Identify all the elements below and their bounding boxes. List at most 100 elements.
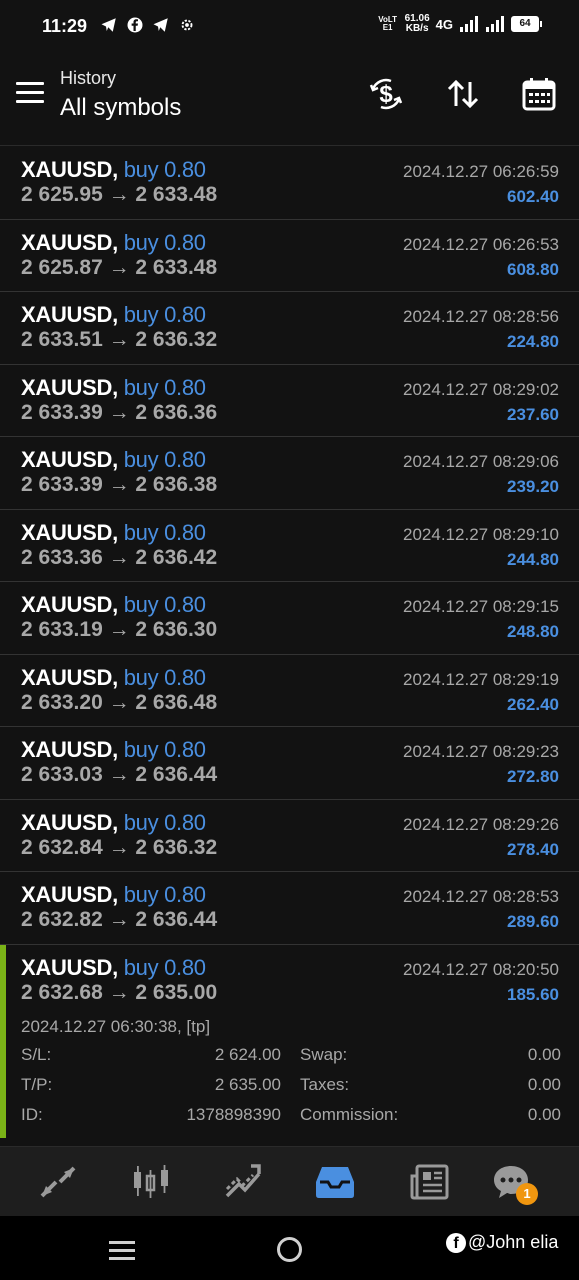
deal-prices: 2 633.20 → 2 636.48 [21, 690, 218, 714]
deal-profit: 185.60 [507, 984, 559, 1004]
deal-prices: 2 625.95 → 2 633.48 [21, 183, 218, 206]
deal-time: 2024.12.27 06:26:53 [403, 234, 559, 254]
deal-symbol: XAUUSD, buy 0.80 [21, 592, 206, 617]
deal-time: 2024.12.27 06:26:59 [403, 162, 559, 181]
deal-symbol: XAUUSD, buy 0.80 [21, 954, 206, 980]
deal-symbol: XAUUSD, buy 0.80 [21, 229, 206, 255]
svg-text:$: $ [379, 81, 393, 108]
signal-icon [460, 16, 478, 32]
currency-filter-button[interactable]: $ [366, 74, 406, 114]
deal-row[interactable]: XAUUSD, buy 0.80 2 633.51 → 2 636.32 2024.… [0, 292, 579, 365]
deal-row[interactable]: XAUUSD, buy 0.80 2 632.84 → 2 636.32 2024.… [0, 800, 579, 872]
deal-prices: 2 633.19 → 2 636.30 [21, 618, 218, 641]
sort-arrows-icon [447, 79, 479, 109]
network-speed: 61.06 KB/s [405, 14, 430, 34]
trade-trend-icon [225, 1164, 261, 1198]
deal-prices: 2 632.82 → 2 636.44 [21, 908, 218, 931]
settings-gear-icon [181, 19, 193, 31]
deal-symbol: XAUUSD, buy 0.80 [21, 519, 206, 545]
deal-profit: 239.20 [507, 477, 559, 496]
detail-row: T/P: 2 635.00 Taxes: 0.00 [21, 1075, 561, 1105]
notification-icons [100, 16, 196, 34]
app-toolbar: History All symbols $ [0, 52, 579, 146]
detail-row: ID: 1378898390 Commission: 0.00 [21, 1105, 561, 1135]
deal-profit: 602.40 [507, 187, 559, 206]
deal-time: 2024.12.27 08:29:10 [403, 524, 559, 544]
taxes-value: 0.00 [527, 1074, 561, 1094]
deal-symbol: XAUUSD, buy 0.80 [21, 157, 206, 182]
chat-badge: 1 [516, 1183, 538, 1205]
status-bar: 11:29 VoLTE1 61.06 KB/s 4G 64 [0, 0, 579, 52]
nav-quotes[interactable] [37, 1161, 79, 1203]
facebook-logo-icon: f [446, 1232, 466, 1253]
deal-profit: 289.60 [507, 912, 559, 931]
speed-unit: KB/s [405, 23, 429, 34]
facebook-icon [127, 17, 143, 33]
deal-side: buy 0.80 [123, 374, 206, 400]
taxes-label: Taxes: [300, 1074, 350, 1094]
deal-prices: 2 633.39 → 2 636.38 [21, 473, 218, 496]
deal-list: XAUUSD, buy 0.80 2 625.95 → 2 633.48 2024.… [0, 147, 579, 1138]
nav-history[interactable] [314, 1161, 356, 1203]
deal-row[interactable]: XAUUSD, buy 0.80 2 633.03 → 2 636.44 2024.… [0, 727, 579, 800]
deal-prices: 2 632.68 → 2 635.00 [21, 980, 218, 1004]
deal-row[interactable]: XAUUSD, buy 0.80 2 633.36 → 2 636.42 2024.… [0, 510, 579, 582]
deal-time: 2024.12.27 08:28:53 [403, 887, 559, 906]
nav-chat[interactable]: 1 [490, 1161, 538, 1205]
sort-button[interactable] [443, 74, 483, 114]
deal-side: buy 0.80 [123, 737, 206, 762]
dollar-exchange-icon: $ [369, 78, 403, 110]
deal-profit: 224.80 [507, 332, 559, 351]
deal-symbol: XAUUSD, buy 0.80 [21, 664, 206, 690]
deal-row[interactable]: XAUUSD, buy 0.80 2 625.95 → 2 633.48 2024.… [0, 147, 579, 220]
deal-side: buy 0.80 [123, 954, 206, 980]
history-inbox-icon [316, 1167, 354, 1198]
commission-label: Commission: [300, 1104, 399, 1124]
deal-row-expanded[interactable]: XAUUSD, buy 0.80 2 632.68 → 2 635.00 202… [0, 944, 579, 1138]
deal-side: buy 0.80 [123, 229, 206, 255]
nav-chart[interactable] [130, 1161, 172, 1203]
deal-row[interactable]: XAUUSD, buy 0.80 2 633.20 → 2 636.48 2024.… [0, 655, 579, 727]
deal-time: 2024.12.27 08:29:26 [403, 814, 559, 834]
deal-side: buy 0.80 [123, 809, 206, 835]
calendar-button[interactable] [519, 74, 559, 114]
calendar-icon [522, 78, 556, 111]
network-type: 4G [435, 16, 453, 32]
deal-profit: 608.80 [507, 259, 559, 279]
deal-time: 2024.12.27 08:29:19 [403, 669, 559, 689]
nav-news[interactable] [408, 1161, 450, 1203]
nav-trade[interactable] [222, 1161, 264, 1203]
swap-value: 0.00 [527, 1044, 561, 1064]
deal-details: S/L: 2 624.00 Swap: 0.00 T/P: 2 635.00 T… [21, 1045, 561, 1135]
deal-side: buy 0.80 [123, 592, 206, 617]
deal-time: 2024.12.27 08:29:23 [403, 742, 559, 761]
deal-row[interactable]: XAUUSD, buy 0.80 2 633.39 → 2 636.36 2024.… [0, 365, 579, 437]
deal-symbol: XAUUSD, buy 0.80 [21, 447, 206, 472]
watermark-text: @John elia [468, 1232, 559, 1252]
news-icon [410, 1164, 449, 1200]
deal-symbol: XAUUSD, buy 0.80 [21, 737, 206, 762]
sl-label: S/L: [21, 1044, 52, 1064]
deal-profit: 278.40 [507, 839, 559, 859]
page-title[interactable]: All symbols [60, 94, 181, 122]
deal-time: 2024.12.27 08:29:02 [403, 379, 559, 399]
id-value: 1378898390 [186, 1104, 281, 1124]
recents-button[interactable] [109, 1241, 135, 1265]
quotes-icon [40, 1166, 76, 1198]
deal-row[interactable]: XAUUSD, buy 0.80 2 632.82 → 2 636.44 2024.… [0, 872, 579, 945]
page-subtitle: History [60, 68, 117, 88]
telegram-icon [101, 18, 116, 32]
deal-row[interactable]: XAUUSD, buy 0.80 2 633.39 → 2 636.38 2024.… [0, 437, 579, 510]
status-indicators: VoLTE1 61.06 KB/s 4G 64 [377, 14, 542, 34]
status-time: 11:29 [42, 16, 88, 36]
hamburger-menu-icon[interactable] [16, 82, 44, 104]
sl-value: 2 624.00 [214, 1044, 281, 1064]
deal-side: buy 0.80 [123, 302, 206, 327]
deal-row[interactable]: XAUUSD, buy 0.80 2 625.87 → 2 633.48 2024.… [0, 220, 579, 292]
deal-row[interactable]: XAUUSD, buy 0.80 2 633.19 → 2 636.30 2024.… [0, 582, 579, 655]
deal-prices: 2 633.36 → 2 636.42 [21, 545, 218, 569]
watermark: f @John elia [446, 1232, 558, 1253]
deal-side: buy 0.80 [123, 519, 206, 545]
deal-profit: 248.80 [507, 622, 559, 641]
home-button[interactable] [277, 1237, 302, 1262]
